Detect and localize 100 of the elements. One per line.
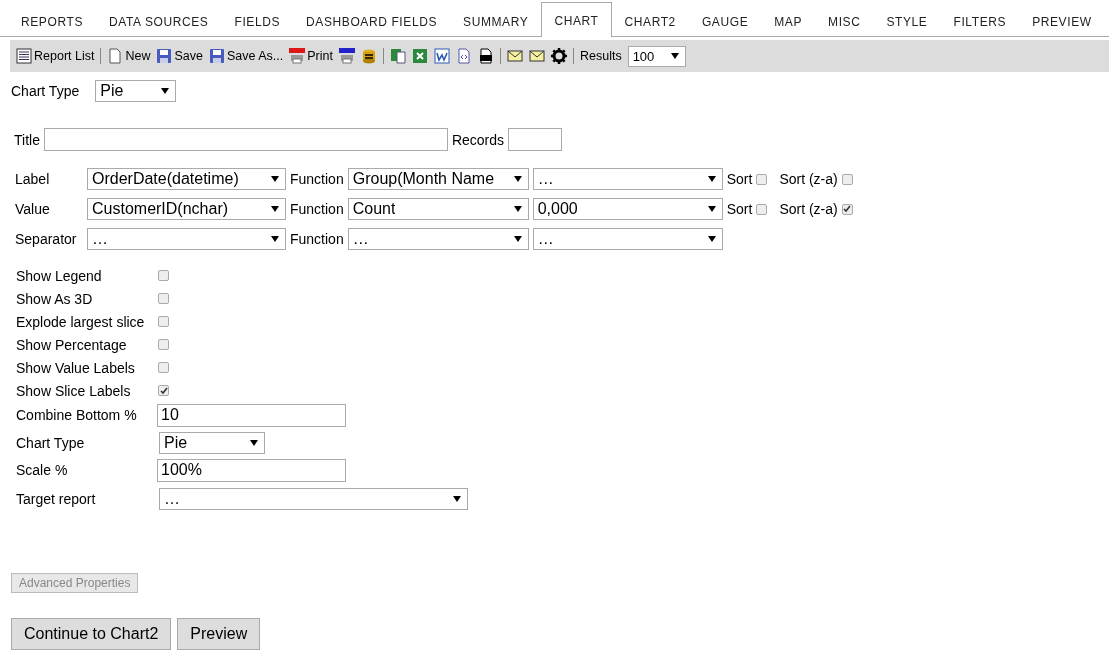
spreadsheet-document-icon [389, 48, 406, 64]
tab[interactable]: PREVIEW [1019, 6, 1105, 37]
records-field[interactable] [508, 128, 563, 151]
sort-descending-label: Sort (z-a) [779, 201, 838, 217]
tab[interactable]: CHART2 [611, 6, 689, 37]
html-printer-icon [338, 48, 355, 64]
tab[interactable]: DASHBOARD FIELDS [293, 6, 451, 37]
field-dropdown[interactable]: OrderDate(datetime) [87, 168, 286, 190]
action-button[interactable]: Continue to Chart2 [11, 618, 172, 650]
function-dropdown[interactable]: Count [347, 198, 529, 220]
toolbar-button[interactable] [338, 48, 355, 64]
option-label: Show Value Labels [16, 359, 136, 376]
option-label: Scale % [16, 462, 69, 478]
toolbar-button[interactable] [360, 48, 377, 64]
option-label: Explode largest slice [16, 313, 146, 330]
database-icon [360, 48, 377, 64]
checkbox[interactable] [756, 173, 768, 185]
tab[interactable]: FIELDS [221, 6, 294, 37]
toolbar-button[interactable] [528, 48, 545, 64]
checkbox[interactable] [158, 339, 169, 350]
caret-icon [707, 176, 716, 182]
function-dropdown[interactable]: Group(Month Name [347, 168, 529, 190]
toolbar-button[interactable] [433, 48, 450, 64]
toolbar-button[interactable]: Save [156, 48, 203, 64]
tab[interactable]: SUMMARY [450, 6, 542, 37]
envelope-icon [506, 48, 523, 64]
option-label: Target report [16, 491, 97, 507]
toolbar-button[interactable] [477, 48, 494, 64]
caret-icon [271, 176, 279, 182]
option-label: Chart Type [16, 434, 86, 451]
checkbox[interactable] [158, 362, 169, 373]
field-dropdown[interactable]: CustomerID(nchar) [87, 198, 286, 220]
caret-icon [271, 236, 279, 242]
chart-type-label: Chart Type [11, 83, 80, 99]
rtf-document-icon [477, 48, 494, 64]
checkbox[interactable] [158, 270, 169, 281]
code-document-icon [455, 48, 472, 64]
check-icon [159, 386, 168, 395]
tab[interactable]: GAUGE [688, 6, 762, 37]
check-icon [843, 205, 852, 213]
tab[interactable]: STYLE [873, 6, 941, 37]
caret-icon [513, 206, 522, 212]
spreadsheet-icon [411, 48, 428, 64]
function-label: Function [290, 231, 344, 247]
toolbar-button[interactable]: Save As... [208, 48, 284, 64]
caret-icon [670, 53, 679, 59]
function-label: Function [290, 171, 344, 187]
field-dropdown[interactable]: … [87, 228, 286, 250]
checkbox[interactable] [841, 173, 853, 185]
tab[interactable]: CHART [541, 2, 612, 37]
tab[interactable]: FILTERS [940, 6, 1020, 37]
toolbar-button[interactable] [550, 48, 567, 64]
toolbar-button[interactable]: Print [289, 48, 333, 64]
sort-label: Sort [726, 171, 753, 187]
toolbar-button[interactable] [455, 48, 472, 64]
caret-icon [271, 206, 279, 212]
tab[interactable]: MAP [761, 6, 816, 37]
pdf-printer-icon [289, 48, 306, 64]
toolbar-button[interactable]: Report List [16, 48, 95, 64]
input-field[interactable]: 10 [157, 403, 346, 427]
row-label: Separator [15, 231, 78, 247]
caret-icon [513, 176, 522, 182]
tab[interactable]: REPORTS [8, 6, 96, 37]
title-label: Title [14, 131, 40, 148]
envelope-icon [528, 48, 545, 64]
tab[interactable]: DATA SOURCES [96, 6, 222, 37]
caret-icon [161, 88, 170, 94]
settings-icon [550, 48, 567, 64]
caret-icon [707, 236, 716, 242]
option-label: Show Percentage [16, 336, 128, 353]
row-label: Label [15, 171, 51, 187]
function-dropdown[interactable]: … [347, 228, 529, 250]
dropdown[interactable]: … [159, 488, 468, 510]
dropdown[interactable]: Pie [159, 431, 265, 454]
action-button[interactable]: Preview [177, 618, 261, 650]
checkbox[interactable] [841, 203, 853, 215]
word-document-icon [433, 48, 450, 64]
results-dropdown[interactable]: 100 [627, 45, 686, 67]
format-dropdown[interactable]: … [532, 168, 723, 190]
function-label: Function [290, 201, 344, 217]
chart-type-dropdown[interactable]: Pie [95, 80, 177, 102]
sort-label: Sort [726, 201, 753, 217]
results-label: Results [579, 49, 622, 63]
option-label: Show As 3D [16, 290, 94, 307]
list-icon [16, 48, 32, 64]
checkbox[interactable] [158, 293, 169, 304]
checkbox[interactable] [158, 316, 169, 327]
caret-icon [250, 439, 258, 446]
caret-icon [453, 496, 461, 502]
title-field[interactable] [43, 128, 448, 151]
records-label: Records [451, 131, 505, 148]
toolbar-button[interactable]: New [107, 48, 151, 64]
caret-icon [707, 206, 716, 212]
input-field[interactable]: 100% [157, 458, 346, 482]
checkbox[interactable] [158, 385, 169, 396]
format-dropdown[interactable]: 0,000 [532, 198, 723, 220]
format-dropdown[interactable]: … [532, 228, 723, 250]
option-label: Show Slice Labels [16, 382, 132, 399]
checkbox[interactable] [756, 203, 768, 215]
tab[interactable]: MISC [815, 6, 874, 37]
